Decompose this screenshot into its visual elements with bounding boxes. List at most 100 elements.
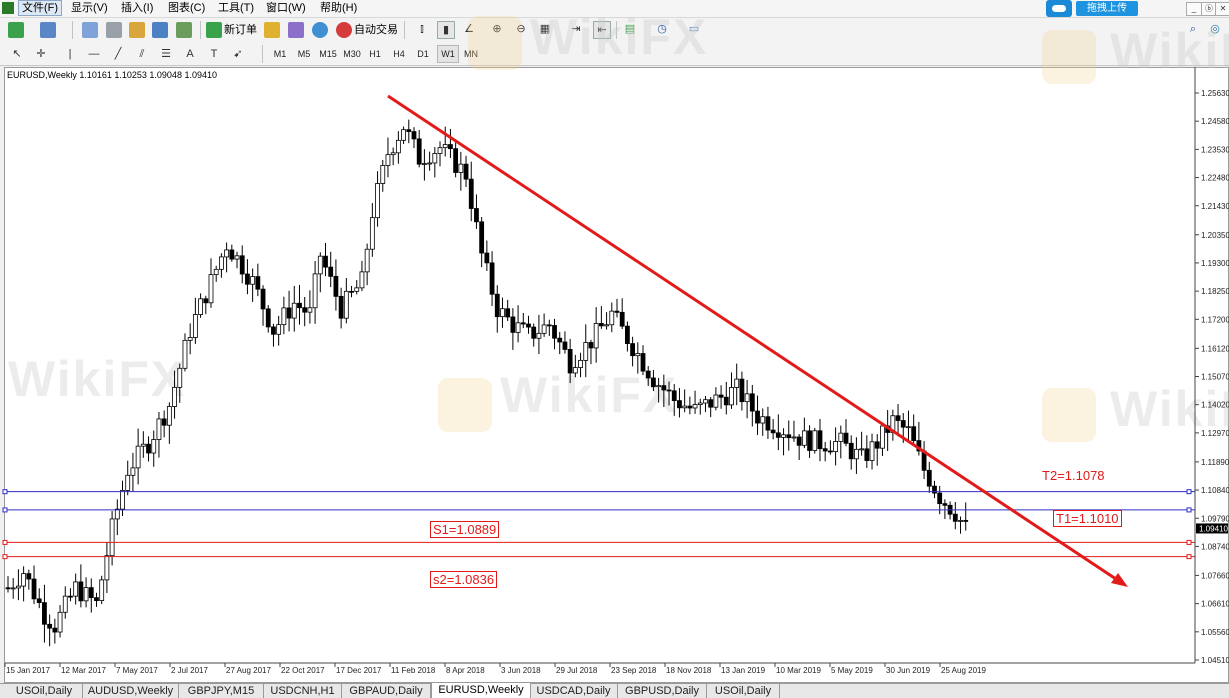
support-1-line-handle xyxy=(2,539,8,545)
candle-body xyxy=(765,416,771,431)
date-tick-label: 13 Jan 2019 xyxy=(721,666,766,675)
candle-body xyxy=(349,290,354,293)
candle-body xyxy=(713,394,719,408)
candle-body xyxy=(291,302,297,319)
candle-body xyxy=(281,307,287,326)
candle-body xyxy=(130,467,136,476)
candle-body xyxy=(807,430,812,451)
support-2-line-handle xyxy=(1186,554,1192,560)
candle-body xyxy=(567,349,573,374)
candle-body xyxy=(260,288,266,310)
candle-body xyxy=(125,474,131,491)
support-1-label[interactable]: S1=1.0889 xyxy=(430,521,500,538)
candle-body xyxy=(312,273,318,309)
candle-body xyxy=(593,323,599,349)
chart-tab[interactable]: USOil,Daily xyxy=(707,684,780,698)
candle-body xyxy=(458,163,464,173)
candle-body xyxy=(10,587,16,590)
target-1-line-handle xyxy=(1186,507,1192,513)
target-2-line-handle xyxy=(1186,489,1192,495)
candle-body xyxy=(411,131,417,140)
candle-body xyxy=(952,513,958,522)
chart-tab[interactable]: GBPJPY,M15 xyxy=(179,684,264,698)
candle-body xyxy=(192,314,198,338)
candle-body xyxy=(635,353,641,357)
candle-body xyxy=(510,316,516,333)
candle-body xyxy=(78,581,84,602)
candle-body xyxy=(390,152,396,156)
candle-body xyxy=(177,367,183,388)
candle-body xyxy=(775,432,781,438)
candle-body xyxy=(276,324,282,335)
candle-body xyxy=(338,295,344,319)
candle-body xyxy=(161,418,167,426)
target-1-line-handle xyxy=(2,507,8,513)
candle-body xyxy=(47,623,53,629)
candle-body xyxy=(375,183,380,219)
candle-body xyxy=(156,418,162,440)
candle-body xyxy=(83,587,89,602)
chart-tab[interactable]: USDCAD,Daily xyxy=(530,684,618,698)
candle-body xyxy=(286,307,292,319)
chart-tab-active[interactable]: EURUSD,Weekly xyxy=(431,683,531,698)
candle-body xyxy=(749,393,755,412)
target-2-label[interactable]: T2=1.1078 xyxy=(1042,468,1105,484)
chart-tab[interactable]: USOil,Daily xyxy=(6,684,83,698)
chart-tab[interactable]: GBPUSD,Daily xyxy=(618,684,707,698)
candle-body xyxy=(354,287,360,292)
candle-body xyxy=(880,425,885,449)
candle-body xyxy=(395,139,401,154)
chart-tab[interactable]: AUDUSD,Weekly xyxy=(83,684,179,698)
candle-body xyxy=(630,343,635,357)
price-tick-label: 1.22480 xyxy=(1201,174,1229,183)
date-tick-label: 23 Sep 2018 xyxy=(611,666,657,675)
candle-body xyxy=(958,520,963,522)
candle-body xyxy=(317,255,323,275)
candle-body xyxy=(541,324,547,334)
candle-body xyxy=(552,325,557,339)
candle-body xyxy=(271,326,276,335)
candle-body xyxy=(432,153,438,164)
candle-body xyxy=(369,217,375,250)
candle-body xyxy=(265,308,271,328)
price-tick-label: 1.07660 xyxy=(1201,571,1229,580)
candle-body xyxy=(536,332,542,339)
candle-body xyxy=(651,377,656,388)
candle-body xyxy=(572,367,578,374)
date-tick-label: 17 Dec 2017 xyxy=(336,666,382,675)
candle-body xyxy=(208,274,214,304)
candle-body xyxy=(401,129,406,141)
chart-tab[interactable]: USDCNH,H1 xyxy=(264,684,342,698)
candle-body xyxy=(770,429,776,434)
candle-body xyxy=(479,221,485,254)
candle-body xyxy=(833,441,838,452)
candle-body xyxy=(140,443,146,447)
candle-body xyxy=(526,323,531,328)
candle-body xyxy=(16,585,21,589)
candle-body xyxy=(520,322,526,325)
candle-body xyxy=(114,508,120,520)
date-tick-label: 12 Mar 2017 xyxy=(61,666,106,675)
price-tick-label: 1.16120 xyxy=(1201,344,1229,353)
candle-body xyxy=(604,324,609,327)
candle-body xyxy=(801,430,807,446)
candle-body xyxy=(99,579,105,602)
chart-header: EURUSD,Weekly 1.10161 1.10253 1.09048 1.… xyxy=(7,70,217,80)
current-price-label: 1.09410 xyxy=(1199,524,1228,533)
candle-body xyxy=(583,342,589,361)
price-chart: 1.25630 1.24580 1.23530 1.22480 1.21430 1.203… xyxy=(2,67,1229,675)
candle-body xyxy=(109,518,115,557)
candle-body xyxy=(703,399,708,404)
candle-body xyxy=(172,386,177,407)
support-2-line-handle xyxy=(2,554,8,560)
target-1-label[interactable]: T1=1.1010 xyxy=(1053,510,1122,527)
support-2-label[interactable]: s2=1.0836 xyxy=(430,571,498,588)
date-tick-label: 5 May 2019 xyxy=(831,666,873,675)
candle-body xyxy=(796,436,802,446)
candle-body xyxy=(120,490,125,510)
price-tick-label: 1.20350 xyxy=(1201,231,1229,240)
chart-tab[interactable]: GBPAUD,Daily xyxy=(342,684,431,698)
candle-body xyxy=(213,268,219,276)
candle-body xyxy=(68,595,73,598)
date-tick-label: 3 Jun 2018 xyxy=(501,666,541,675)
